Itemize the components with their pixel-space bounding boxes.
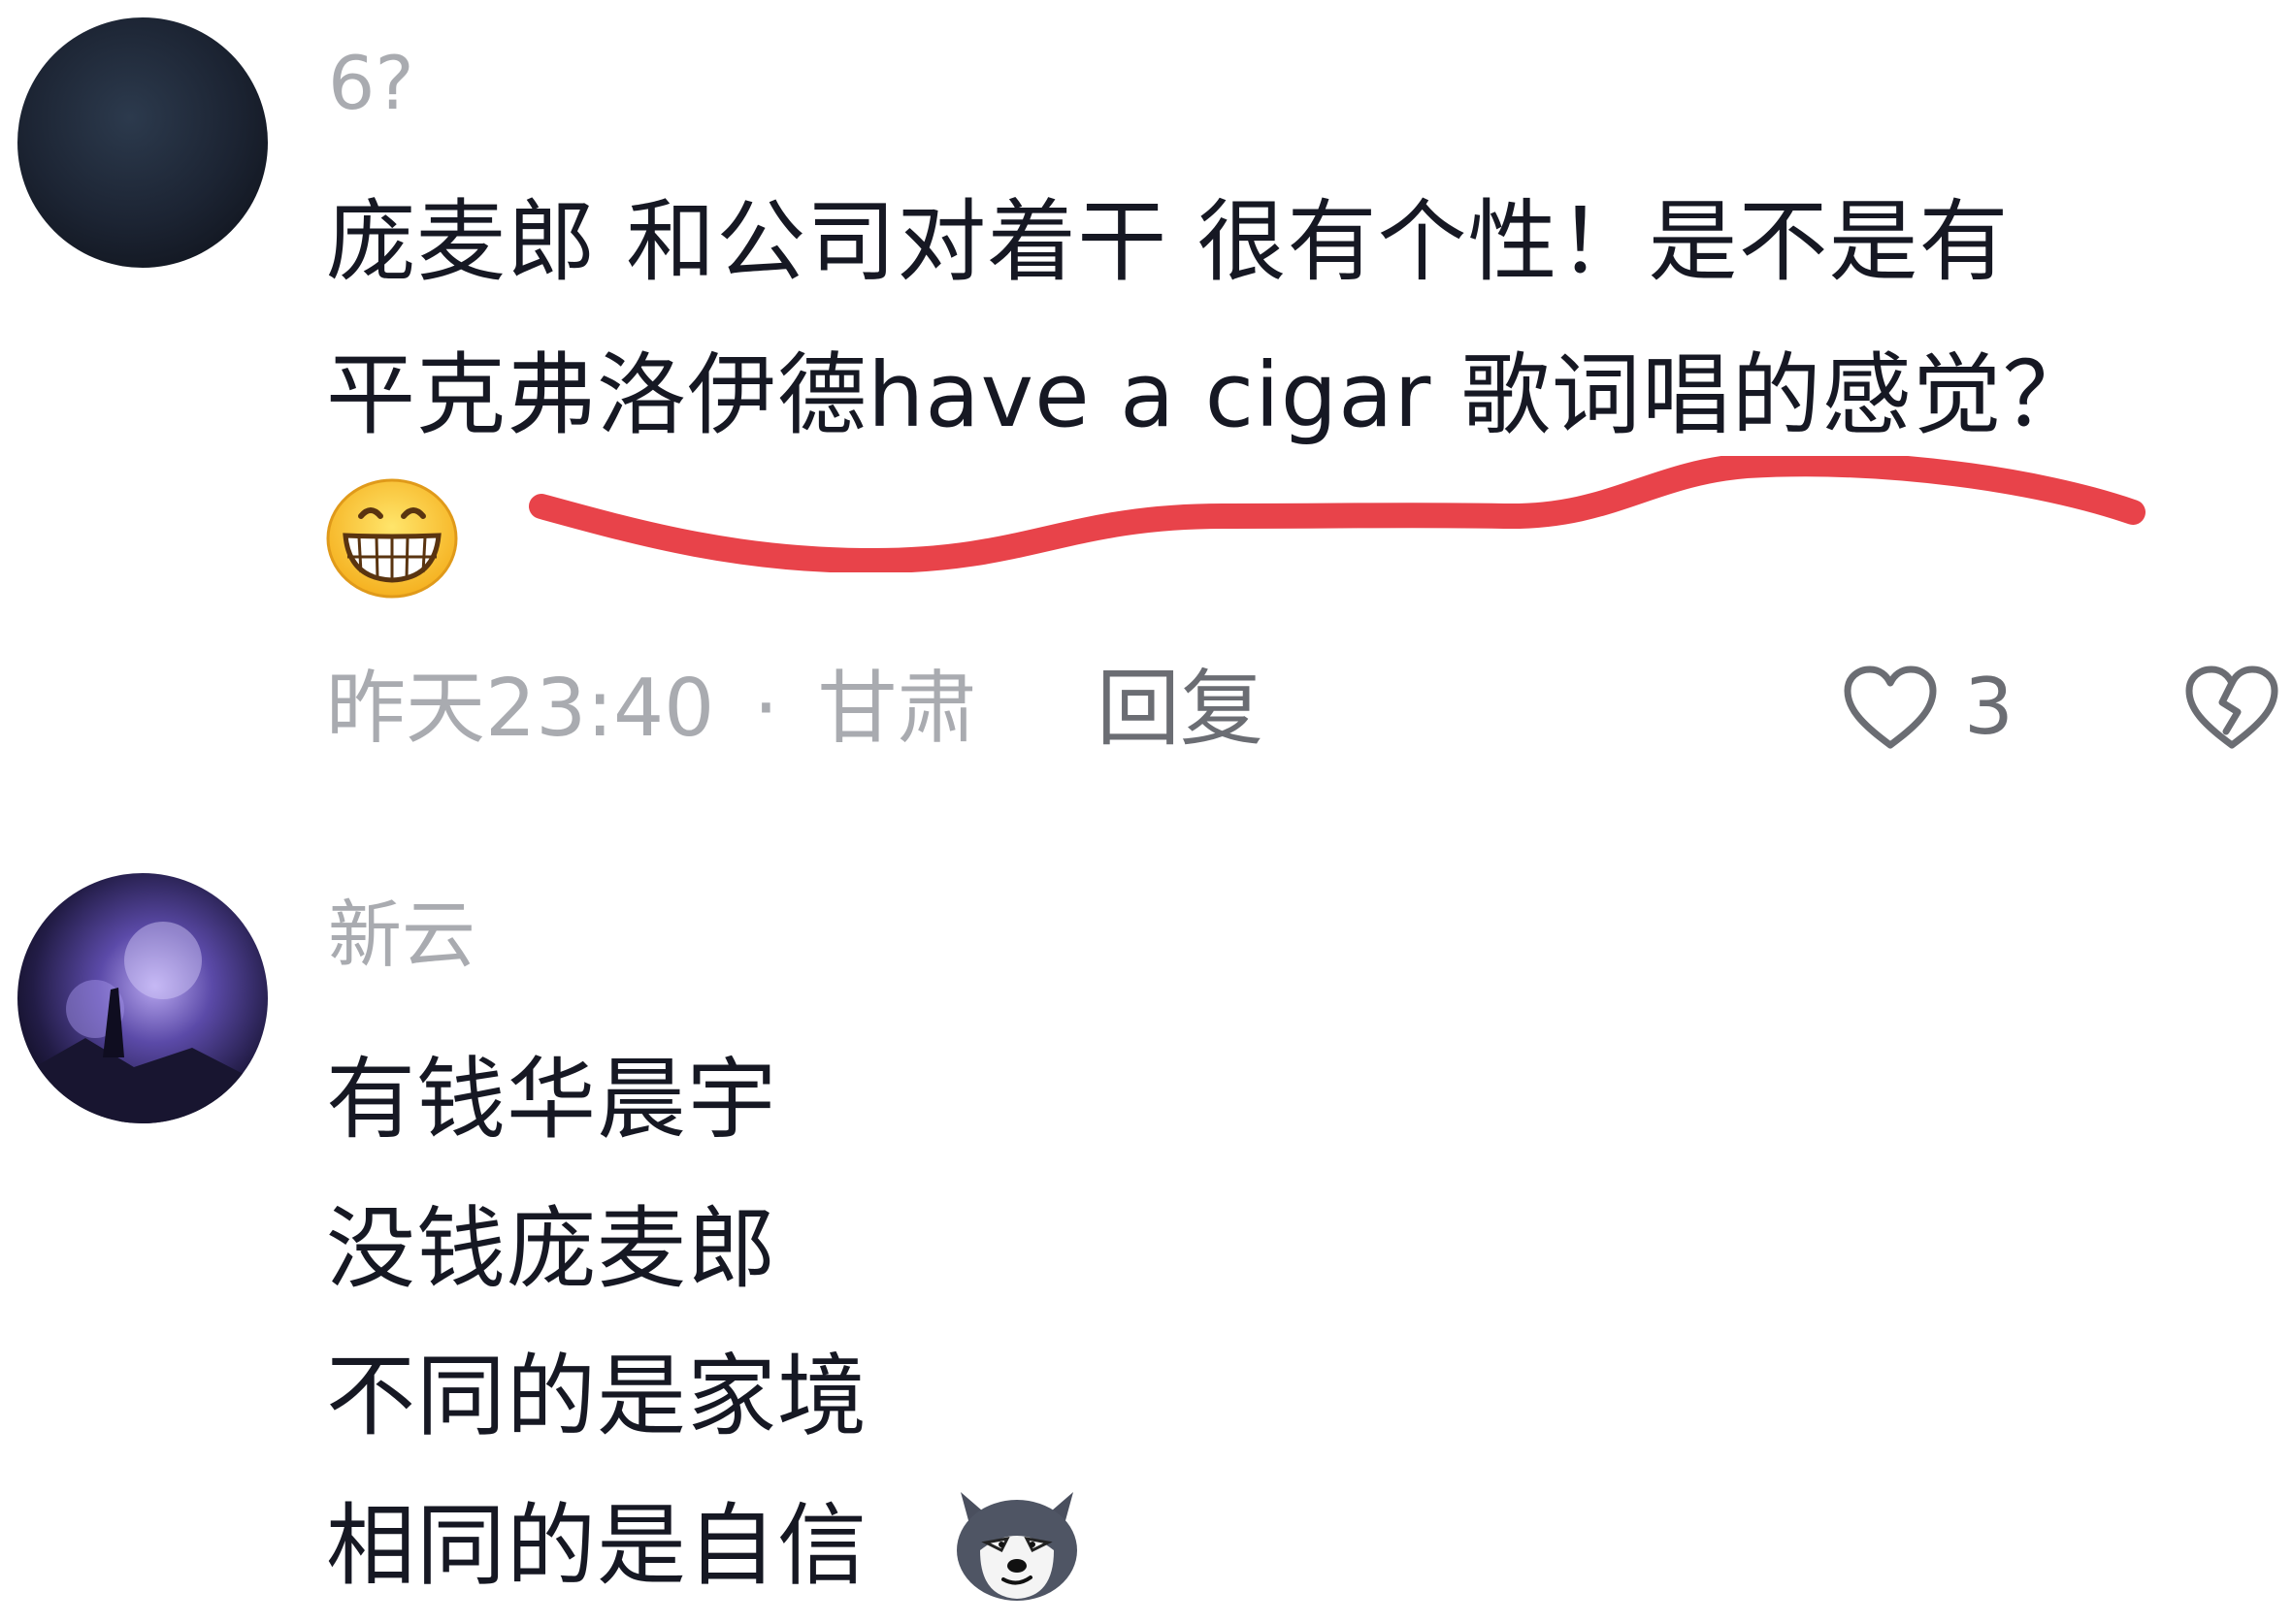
comment-meta: 昨天23:40 · 甘肃	[326, 669, 977, 749]
like-button[interactable]: 3	[1842, 664, 2014, 751]
username[interactable]: 6?	[328, 47, 414, 120]
comment-text-line: 相同的是自信	[326, 1494, 868, 1598]
dislike-button[interactable]	[2183, 664, 2280, 755]
location: 甘肃	[817, 663, 977, 755]
comment-text-line: 平克弗洛伊德have a cigar 歌词唱的感觉？	[326, 343, 2093, 447]
avatar[interactable]	[17, 873, 268, 1123]
like-count: 3	[1964, 662, 2014, 752]
comment-text-line: 庞麦郎 和公司对着干 很有个性！是不是有	[326, 190, 2010, 294]
grinning-face-emoji	[324, 477, 460, 603]
red-underline-annotation	[529, 456, 2146, 572]
comment-item: 6? 庞麦郎 和公司对着干 很有个性！是不是有 平克弗洛伊德have a cig…	[0, 0, 2293, 776]
meta-separator: ·	[753, 663, 779, 755]
comment-text-line: 没钱庞麦郎	[326, 1197, 778, 1301]
broken-heart-icon	[2185, 666, 2278, 749]
username[interactable]: 新云	[328, 898, 475, 972]
comment-text-line: 不同的是家境	[326, 1345, 868, 1448]
avatar[interactable]	[17, 17, 268, 268]
comment-item: 新云 有钱华晨宇 没钱庞麦郎 不同的是家境 相同的是自信	[0, 854, 2293, 1624]
heart-icon	[1844, 666, 1937, 749]
husky-dog-face-emoji	[951, 1482, 1083, 1608]
timestamp: 昨天23:40	[326, 663, 715, 755]
comment-text-line: 有钱华晨宇	[326, 1048, 778, 1152]
reply-button[interactable]: 回复	[1097, 667, 1263, 751]
